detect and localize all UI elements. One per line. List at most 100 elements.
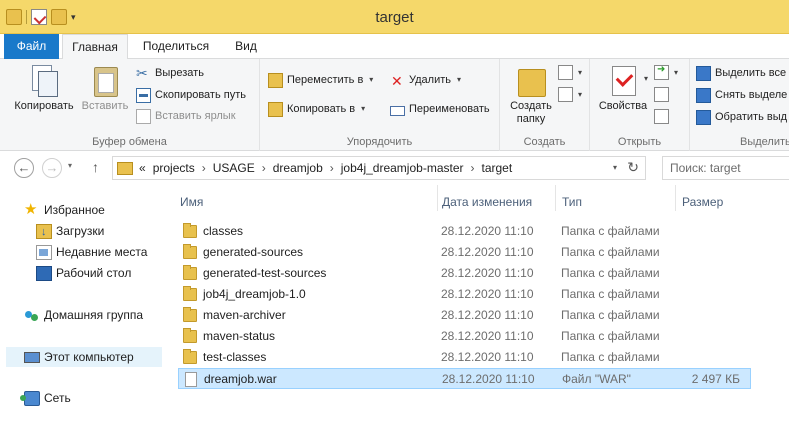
chevron-right-icon[interactable]: ›	[471, 161, 475, 175]
easy-access-icon[interactable]	[558, 87, 573, 102]
back-button[interactable]: ←	[14, 158, 34, 178]
table-row-selected[interactable]: dreamjob.war 28.12.2020 11:10 Файл "WAR"…	[178, 368, 751, 389]
arrow-right-icon: →	[45, 160, 59, 175]
new-item-icon[interactable]	[558, 65, 573, 80]
tab-home[interactable]: Главная	[62, 34, 128, 60]
select-all-label: Выделить все	[715, 67, 787, 79]
search-input[interactable]: Поиск: target	[662, 156, 789, 180]
chevron-right-icon[interactable]: ›	[202, 161, 206, 175]
chevron-down-icon[interactable]: ▾	[578, 68, 582, 77]
chevron-down-icon[interactable]: ▾	[613, 163, 617, 172]
select-all-button[interactable]: Выделить все	[696, 63, 786, 83]
tab-file[interactable]: Файл	[4, 34, 59, 59]
paste-button[interactable]: Вставить	[78, 63, 132, 112]
rename-icon	[390, 105, 405, 116]
move-to-button[interactable]: Переместить в ▾	[268, 70, 373, 90]
tree-item-desktop[interactable]: Рабочий стол	[36, 263, 131, 283]
copy-to-button[interactable]: Копировать в ▾	[268, 99, 365, 119]
breadcrumb-item[interactable]: dreamjob	[273, 161, 323, 175]
delete-icon	[390, 71, 405, 91]
open-icon[interactable]	[654, 64, 669, 80]
properties-button[interactable]: Свойства	[594, 63, 652, 112]
file-icon	[185, 372, 197, 387]
file-type: Папка с файлами	[561, 287, 660, 301]
move-icon	[268, 72, 283, 88]
tree-item-label: Этот компьютер	[44, 350, 134, 364]
create-group: Создать папку ▾ ▾ Создать	[500, 59, 590, 151]
select-group: Выделить все Снять выделе Обратить выд В…	[690, 59, 789, 151]
breadcrumb-item[interactable]: USAGE	[213, 161, 255, 175]
refresh-icon[interactable]: ↻	[627, 159, 639, 176]
tree-item-favorites[interactable]: Избранное	[24, 200, 105, 220]
file-date: 28.12.2020 11:10	[441, 224, 534, 238]
file-type: Папка с файлами	[561, 224, 660, 238]
tab-view[interactable]: Вид	[222, 34, 270, 59]
delete-button[interactable]: Удалить ▾	[390, 70, 462, 91]
breadcrumb-item[interactable]: target	[482, 161, 513, 175]
tree-item-recent[interactable]: Недавние места	[36, 242, 147, 262]
table-row[interactable]: classes 28.12.2020 11:10 Папка с файлами	[178, 221, 751, 242]
column-header-date[interactable]: Дата изменения	[438, 185, 556, 211]
column-header-type[interactable]: Тип	[556, 185, 676, 211]
table-row[interactable]: job4j_dreamjob-1.0 28.12.2020 11:10 Папк…	[178, 284, 751, 305]
arrow-left-icon: ←	[17, 160, 31, 175]
navigation-pane: Избранное Загрузки Недавние места Рабочи…	[0, 185, 164, 436]
organize-group: Переместить в ▾ Копировать в ▾ Удалить ▾…	[260, 59, 500, 151]
breadcrumb-item[interactable]: projects	[153, 161, 195, 175]
table-row[interactable]: generated-test-sources 28.12.2020 11:10 …	[178, 263, 751, 284]
column-header-size[interactable]: Размер	[676, 185, 766, 211]
title-bar: ▾ target	[0, 0, 789, 34]
paste-shortcut-button[interactable]: Вставить ярлык	[136, 106, 236, 126]
file-date: 28.12.2020 11:10	[441, 329, 534, 343]
history-icon[interactable]	[654, 109, 669, 124]
file-type: Папка с файлами	[561, 266, 660, 280]
file-name: generated-sources	[203, 245, 304, 259]
copy-path-button[interactable]: Скопировать путь	[136, 85, 246, 105]
select-none-icon	[696, 87, 711, 103]
tree-item-homegroup[interactable]: Домашняя группа	[24, 305, 143, 325]
invert-selection-icon	[696, 109, 711, 125]
edit-icon[interactable]	[654, 87, 669, 102]
forward-button[interactable]: →	[42, 158, 62, 178]
recent-locations-chevron-icon[interactable]: ▾	[68, 161, 72, 170]
tree-item-label: Рабочий стол	[56, 266, 132, 280]
tree-item-label: Избранное	[44, 203, 105, 217]
table-row[interactable]: maven-status 28.12.2020 11:10 Папка с фа…	[178, 326, 751, 347]
network-icon	[20, 390, 40, 406]
file-type: Папка с файлами	[561, 245, 660, 259]
file-size: 2 497 КБ	[691, 372, 740, 386]
folder-icon	[183, 307, 197, 322]
chevron-right-icon[interactable]: ›	[330, 161, 334, 175]
tree-item-network[interactable]: Сеть	[20, 388, 71, 408]
chevron-down-icon[interactable]: ▾	[644, 74, 648, 83]
chevron-down-icon: ▾	[457, 75, 462, 84]
tab-share[interactable]: Поделиться	[136, 34, 216, 59]
copy-label: Копировать	[14, 100, 74, 112]
new-folder-button[interactable]: Создать папку	[506, 63, 556, 126]
new-folder-label: Создать	[510, 100, 552, 112]
chevron-down-icon[interactable]: ▾	[674, 68, 678, 77]
copy-button[interactable]: Копировать	[10, 63, 78, 112]
invert-selection-button[interactable]: Обратить выд	[696, 107, 787, 127]
rename-button[interactable]: Переименовать	[390, 99, 490, 119]
file-date: 28.12.2020 11:10	[442, 372, 535, 386]
open-group: Свойства ▾ ▾ Открыть	[590, 59, 690, 151]
address-bar[interactable]: « projects › USAGE › dreamjob › job4j_dr…	[112, 156, 646, 180]
breadcrumb-item[interactable]: job4j_dreamjob-master	[341, 161, 464, 175]
file-name: test-classes	[203, 350, 267, 364]
table-row[interactable]: test-classes 28.12.2020 11:10 Папка с фа…	[178, 347, 751, 368]
table-row[interactable]: generated-sources 28.12.2020 11:10 Папка…	[178, 242, 751, 263]
tree-item-this-pc[interactable]: Этот компьютер	[6, 347, 162, 367]
select-none-button[interactable]: Снять выделе	[696, 85, 787, 105]
chevron-down-icon[interactable]: ▾	[578, 90, 582, 99]
chevron-right-icon[interactable]: ›	[262, 161, 266, 175]
properties-icon	[607, 63, 639, 97]
up-arrow-icon[interactable]: ↑	[92, 159, 99, 175]
table-row[interactable]: maven-archiver 28.12.2020 11:10 Папка с …	[178, 305, 751, 326]
cut-button[interactable]: Вырезать	[136, 63, 204, 83]
file-date: 28.12.2020 11:10	[441, 245, 534, 259]
tree-item-downloads[interactable]: Загрузки	[36, 221, 104, 242]
column-header-name[interactable]: Имя	[164, 185, 438, 211]
file-name: generated-test-sources	[203, 266, 327, 280]
breadcrumb-overflow[interactable]: «	[139, 161, 146, 175]
